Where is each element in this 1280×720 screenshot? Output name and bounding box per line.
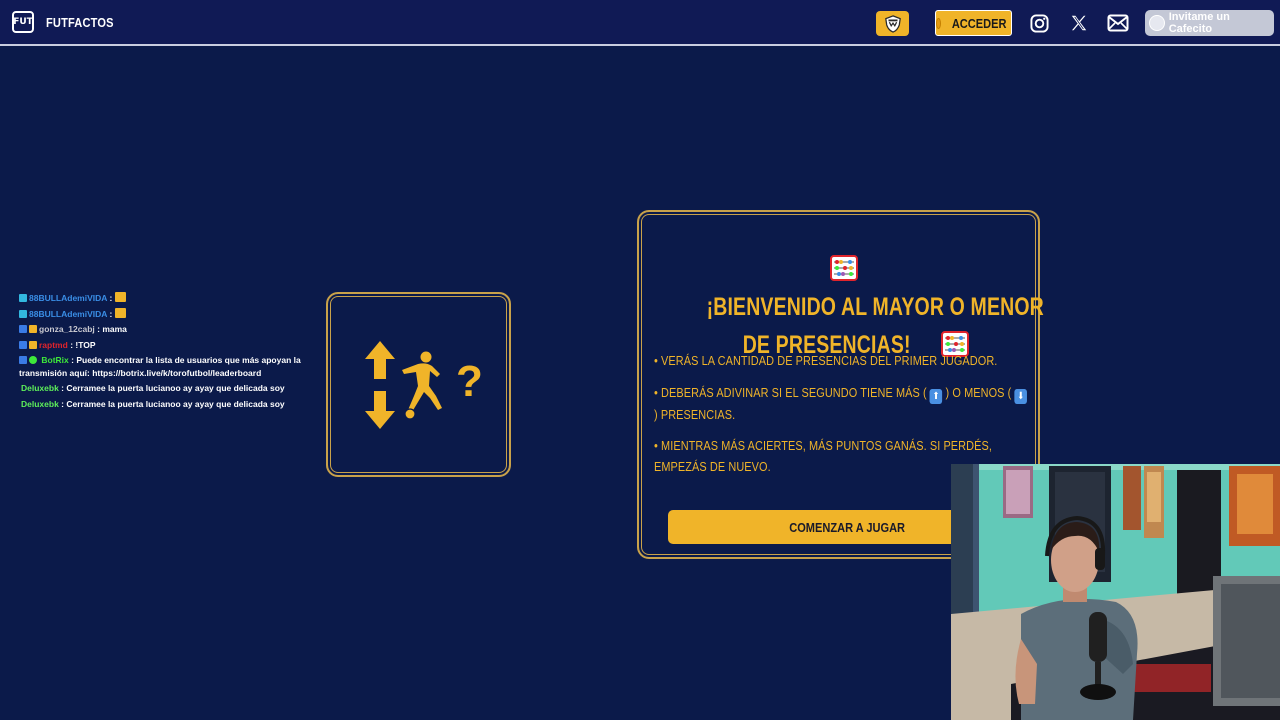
chat-message: Deluxebk : Cerramee la puerta lucianoo a… <box>19 397 309 413</box>
chat-text: : <box>109 293 113 303</box>
instagram-icon <box>1029 13 1049 33</box>
arrow-down-icon: ⬇ <box>1014 389 1028 404</box>
emote-icon <box>114 307 126 318</box>
login-button[interactable]: ACCEDER <box>935 10 1012 36</box>
chat-message: BotRix : Puede encontrar la lista de usu… <box>19 353 309 381</box>
rule-2: • DEBERÁS ADIVINAR SI EL SEGUNDO TIENE M… <box>654 382 1034 425</box>
mail-icon <box>1107 14 1129 32</box>
mail-link[interactable] <box>1107 12 1129 34</box>
soccer-player-icon <box>402 351 442 420</box>
x-link[interactable] <box>1068 12 1090 34</box>
badge-icon <box>29 325 37 333</box>
shield-badge-button[interactable] <box>876 11 909 36</box>
chat-text: : Cerramee la puerta lucianoo ay ayay qu… <box>61 398 285 409</box>
brand-name: FUTFACTOS <box>46 14 114 30</box>
coffee-icon <box>1149 15 1165 31</box>
rule-2-text-b: ) O MENOS ( <box>945 385 1012 400</box>
game-icon-card: ? <box>326 292 511 477</box>
coffee-button[interactable]: Invitame un Cafecito <box>1145 10 1274 36</box>
chat-username: Deluxebk <box>21 383 59 393</box>
badge-icon <box>19 325 27 333</box>
coin-icon <box>936 17 941 29</box>
sub-badge-icon <box>19 309 27 318</box>
chat-username: 88BULLAdemiVIDA <box>29 308 108 319</box>
chat-message: 88BULLAdemiVIDA : <box>19 291 309 307</box>
chat-message: raptmd : !TOP <box>19 338 309 354</box>
rule-2-text-c: ) PRESENCIAS. <box>654 407 736 422</box>
up-down-arrows-icon <box>365 341 395 429</box>
chat-text: : Cerramee la puerta lucianoo ay ayay qu… <box>61 383 285 393</box>
abacus-icon <box>830 255 858 281</box>
chat-username: 88BULLAdemiVIDA <box>29 293 108 303</box>
chat-username: gonza_12cabj <box>39 324 95 334</box>
badge-icon <box>19 340 27 349</box>
stream-chat-overlay: 88BULLAdemiVIDA : 88BULLAdemiVIDA : gonz… <box>19 291 309 412</box>
chat-text: : !TOP <box>70 339 96 350</box>
start-game-label: COMENZAR A JUGAR <box>789 519 905 535</box>
chat-username: BotRix <box>41 355 69 365</box>
badge-icon <box>19 356 27 364</box>
welcome-title-line1: ¡BIENVENIDO AL MAYOR O MENOR <box>706 293 1044 321</box>
bot-badge-icon <box>29 356 37 364</box>
sub-badge-icon <box>19 294 27 302</box>
chat-message: 88BULLAdemiVIDA : <box>19 307 309 323</box>
chat-message: gonza_12cabj : mama <box>19 322 309 338</box>
instagram-link[interactable] <box>1028 12 1050 34</box>
rule-1: • VERÁS LA CANTIDAD DE PRESENCIAS DEL PR… <box>654 350 1034 371</box>
welcome-title: ¡BIENVENIDO AL MAYOR O MENOR DE PRESENCI… <box>659 250 1044 364</box>
badge-icon <box>29 340 37 349</box>
brand[interactable]: FUT FUTFACTOS <box>12 11 126 33</box>
arrow-up-icon: ⬆ <box>929 389 943 404</box>
rule-1-text: • VERÁS LA CANTIDAD DE PRESENCIAS DEL PR… <box>654 353 998 368</box>
chat-text: : <box>109 308 113 319</box>
question-mark: ? <box>456 357 483 406</box>
login-label: ACCEDER <box>951 15 1007 31</box>
top-navbar: FUT FUTFACTOS ACCEDER Invitame un Cafeci… <box>0 0 1280 46</box>
chat-username: raptmd <box>39 339 68 350</box>
coffee-label: Invitame un Cafecito <box>1168 11 1230 35</box>
futfactos-logo: FUT <box>12 11 34 33</box>
chat-message: Deluxebk : Cerramee la puerta lucianoo a… <box>19 381 309 397</box>
x-icon <box>1071 15 1087 31</box>
shield-badge-icon <box>884 14 901 33</box>
rule-2-text-a: • DEBERÁS ADIVINAR SI EL SEGUNDO TIENE M… <box>654 385 927 400</box>
webcam-overlay <box>951 464 1280 720</box>
webcam-image <box>951 464 1280 720</box>
chat-username: Deluxebk <box>21 398 59 409</box>
emote-icon <box>114 292 126 302</box>
chat-text: : mama <box>97 324 127 334</box>
